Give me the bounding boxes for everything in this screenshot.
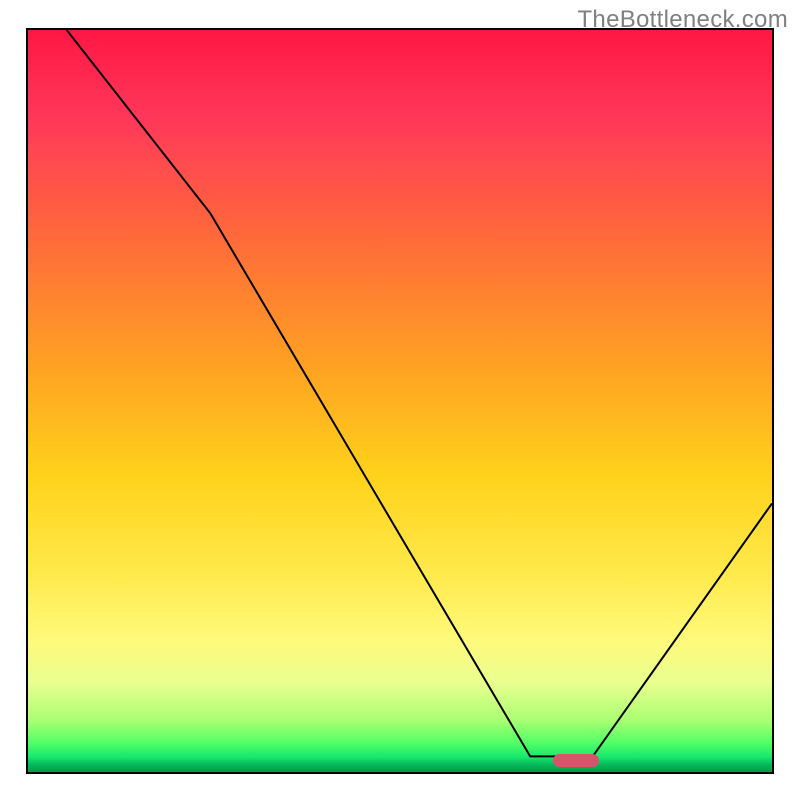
plot-area [26,28,774,774]
optimal-range-marker [553,754,600,767]
bottleneck-curve [28,30,772,772]
figure: TheBottleneck.com [0,0,800,800]
bottleneck-curve-path [67,30,772,756]
